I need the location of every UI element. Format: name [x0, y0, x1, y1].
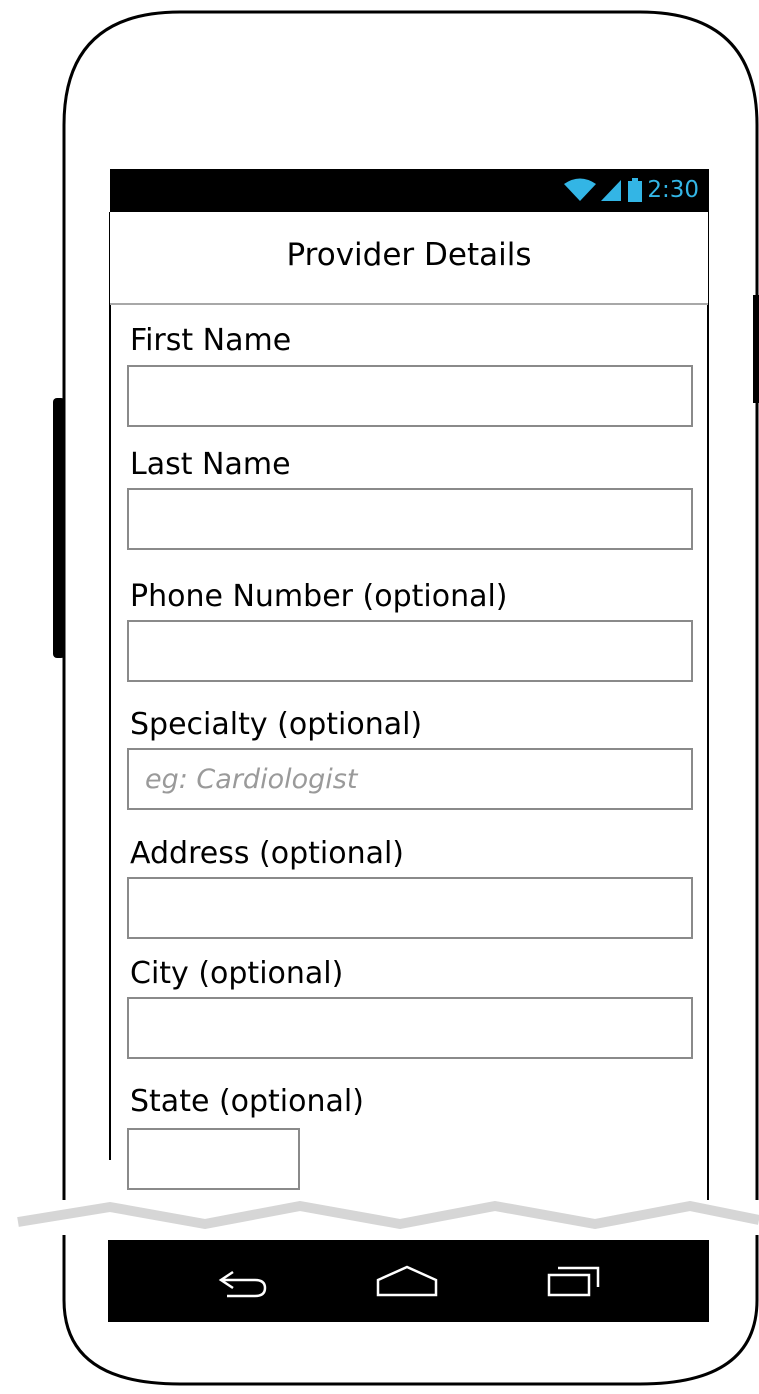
navigation-bar: [108, 1240, 709, 1322]
state-label: State (optional): [130, 1084, 364, 1119]
city-label: City (optional): [130, 956, 344, 991]
screen-break-line: [17, 1201, 759, 1229]
address-field[interactable]: [127, 877, 693, 939]
specialty-label: Specialty (optional): [130, 707, 423, 742]
address-label: Address (optional): [130, 836, 404, 871]
app-bar: Provider Details: [110, 212, 708, 305]
state-field[interactable]: [127, 1128, 300, 1190]
specialty-field[interactable]: [127, 748, 693, 810]
last-name-field[interactable]: [127, 488, 693, 550]
last-name-label: Last Name: [130, 447, 291, 482]
status-icons: 2:30: [563, 175, 699, 205]
status-time: 2:30: [647, 177, 699, 203]
home-icon: [376, 1265, 438, 1297]
page-title: Provider Details: [286, 237, 532, 273]
status-bar: 2:30: [110, 169, 709, 212]
back-icon: [218, 1270, 267, 1298]
recent-apps-icon: [547, 1266, 600, 1297]
wifi-icon: [564, 178, 597, 201]
phone-number-field[interactable]: [127, 620, 693, 682]
signal-icon: [601, 180, 622, 201]
city-field[interactable]: [127, 997, 693, 1059]
back-button[interactable]: [205, 1256, 277, 1306]
first-name-label: First Name: [130, 323, 292, 358]
phone-number-label: Phone Number (optional): [130, 579, 508, 614]
home-button[interactable]: [371, 1256, 443, 1306]
battery-icon: [628, 178, 643, 202]
recent-apps-button[interactable]: [541, 1256, 613, 1306]
first-name-field[interactable]: [127, 365, 693, 427]
